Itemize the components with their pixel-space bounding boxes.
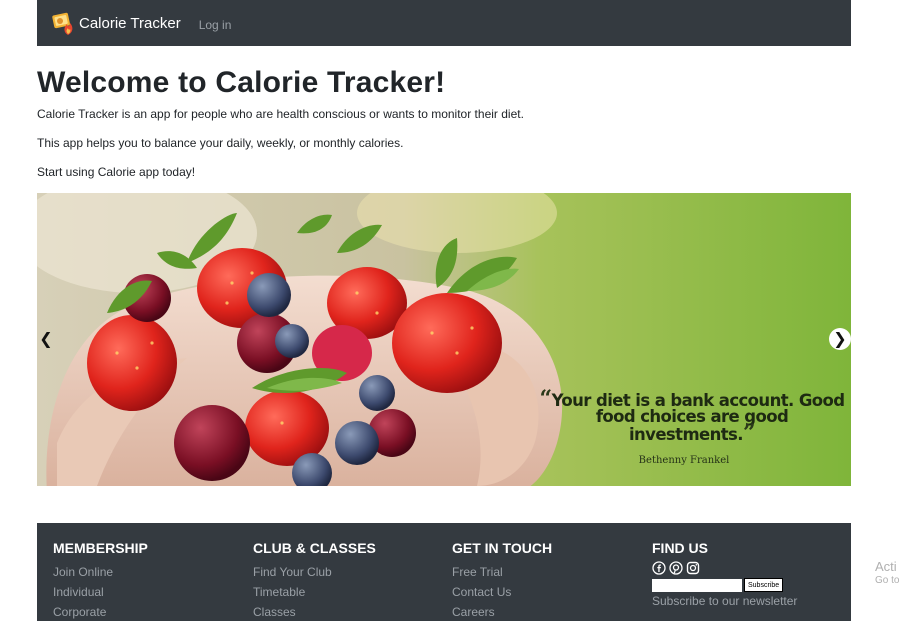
brand-name: Calorie Tracker (79, 14, 181, 32)
activation-watermark: Acti Go to (875, 560, 899, 588)
footer-col-membership: MEMBERSHIP Join Online Individual Corpor… (53, 540, 148, 622)
footer-heading-club: CLUB & CLASSES (253, 540, 376, 556)
chevron-left-icon: ❮ (39, 331, 53, 348)
quote-text: Your diet is a bank account. Good food c… (551, 391, 845, 444)
footer-col-club: CLUB & CLASSES Find Your Club Timetable … (253, 540, 376, 622)
carousel-quote: “Your diet is a bank account. Good food … (537, 388, 847, 446)
image-carousel: ❮ ❯ “Your diet is a bank account. Good f… (37, 193, 851, 486)
intro-text-1: Calorie Tracker is an app for people who… (37, 107, 524, 121)
footer-link-timetable[interactable]: Timetable (253, 582, 376, 602)
close-quote-mark: ” (742, 420, 756, 446)
instagram-icon[interactable] (686, 561, 700, 575)
footer-link-individual[interactable]: Individual (53, 582, 148, 602)
newsletter-form: Subscribe (652, 578, 797, 592)
brand-link[interactable]: Calorie Tracker (51, 10, 181, 36)
footer-link-join-online[interactable]: Join Online (53, 562, 148, 582)
footer-col-find-us: FIND US Subscribe Subscribe to our newsl… (652, 540, 797, 608)
footer-heading-membership: MEMBERSHIP (53, 540, 148, 556)
footer: MEMBERSHIP Join Online Individual Corpor… (37, 523, 851, 621)
login-link[interactable]: Log in (199, 18, 232, 32)
pinterest-icon[interactable] (669, 561, 683, 575)
hero-section: Welcome to Calorie Tracker! Calorie Trac… (37, 64, 851, 179)
footer-link-contact-us[interactable]: Contact Us (452, 582, 552, 602)
navbar: Calorie Tracker Log in (37, 0, 851, 46)
intro-text-2: This app helps you to balance your daily… (37, 136, 404, 150)
footer-heading-find-us: FIND US (652, 540, 708, 556)
subscribe-button[interactable]: Subscribe (744, 578, 784, 592)
footer-link-corporate[interactable]: Corporate (53, 602, 148, 622)
chevron-right-icon: ❯ (833, 331, 847, 348)
footer-heading-contact: GET IN TOUCH (452, 540, 553, 556)
footer-col-contact: GET IN TOUCH Free Trial Contact Us Caree… (452, 540, 552, 622)
footer-link-classes[interactable]: Classes (253, 602, 376, 622)
newsletter-email-input[interactable] (652, 578, 742, 592)
open-quote-mark: “ (539, 386, 553, 412)
page-title: Welcome to Calorie Tracker! (37, 66, 446, 99)
footer-link-careers[interactable]: Careers (452, 602, 552, 622)
facebook-icon[interactable] (652, 561, 666, 575)
carousel-next-button[interactable]: ❯ (829, 328, 851, 350)
intro-text-3: Start using Calorie app today! (37, 165, 196, 179)
footer-link-find-club[interactable]: Find Your Club (253, 562, 376, 582)
quote-author: Bethenny Frankel (638, 455, 730, 466)
calorie-logo-icon (52, 12, 73, 35)
social-icons (652, 561, 797, 575)
newsletter-caption: Subscribe to our newsletter (652, 594, 798, 608)
watermark-line-1: Acti (875, 559, 897, 574)
footer-link-free-trial[interactable]: Free Trial (452, 562, 552, 582)
watermark-line-2: Go to (875, 575, 900, 586)
